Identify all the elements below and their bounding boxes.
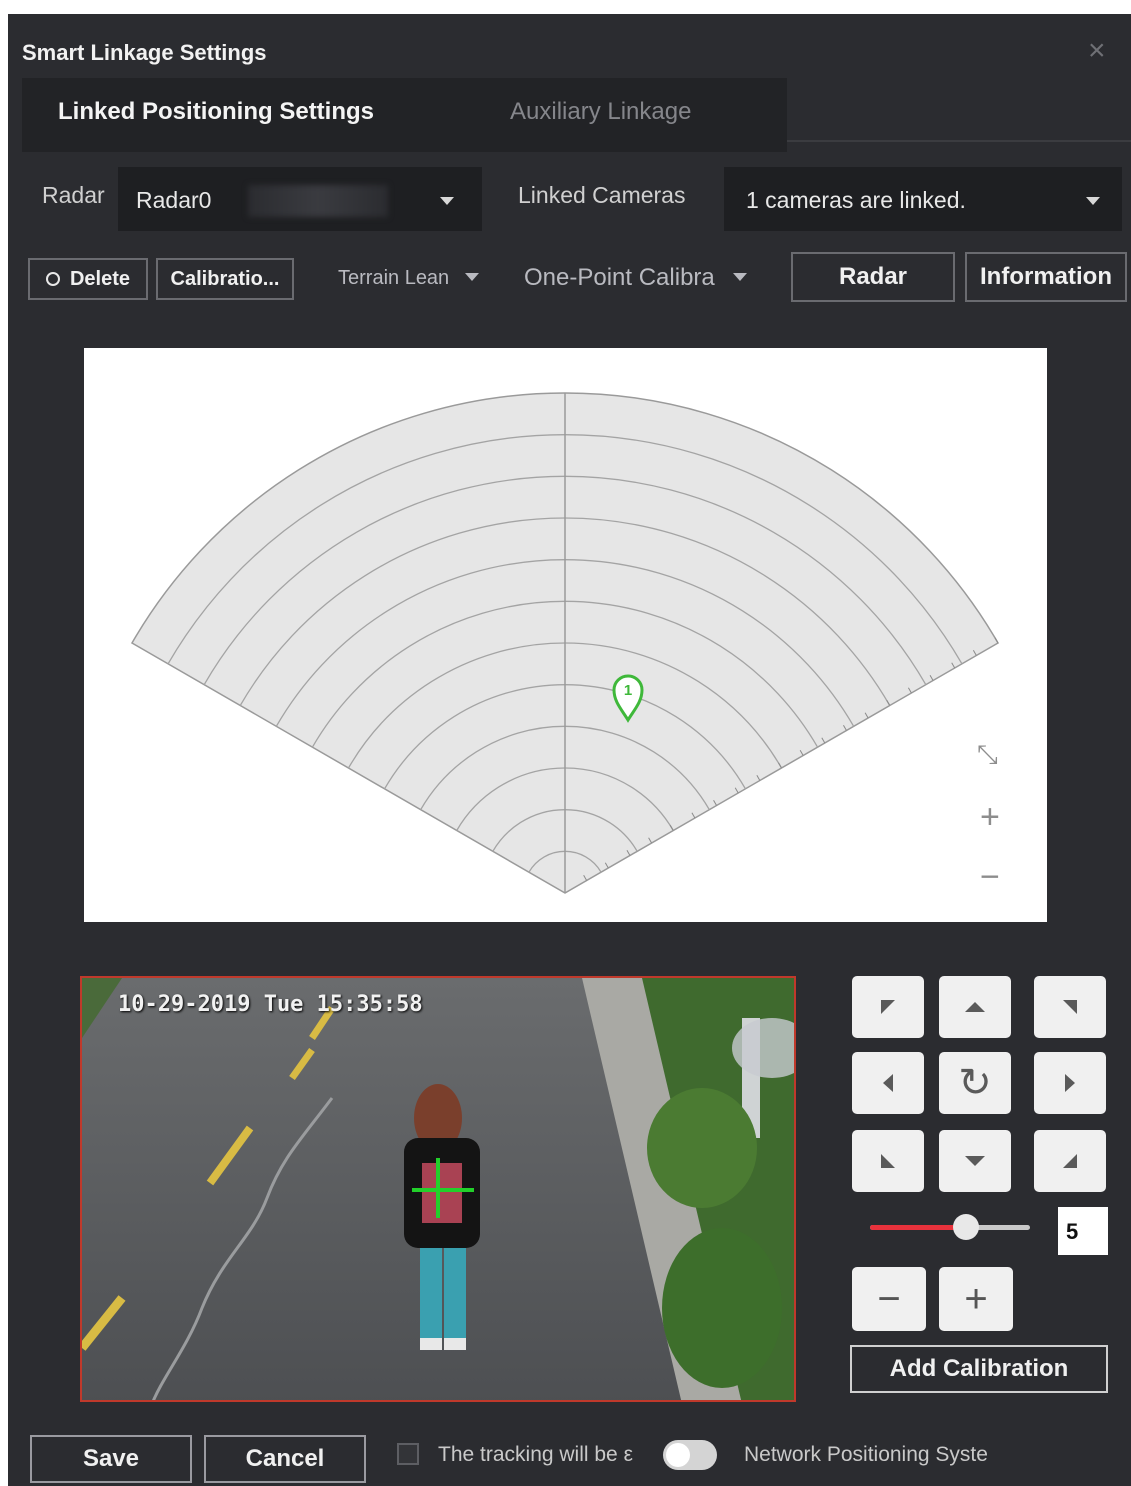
live-video[interactable]: 10-29-2019 Tue 15:35:58 [80, 976, 796, 1402]
ptz-left-button[interactable] [852, 1052, 924, 1114]
arrow-down-left-icon [881, 1154, 895, 1168]
fit-view-icon[interactable]: ⤡ [977, 741, 998, 767]
tab-bar-divider [787, 140, 1131, 142]
radar-button-label: Radar [838, 263, 908, 290]
linked-cameras-select[interactable]: 1 cameras are linked. [724, 167, 1122, 231]
ptz-up-left-button[interactable] [852, 976, 924, 1038]
arrow-up-right-icon [1063, 1000, 1077, 1014]
save-button-label: Save [82, 1445, 140, 1472]
radar-label: Radar [42, 182, 105, 208]
delete-button-label: Delete [69, 267, 131, 290]
ptz-reset-button[interactable]: ↻ [939, 1052, 1011, 1114]
arrow-down-right-icon [1063, 1154, 1077, 1168]
ptz-zoom-in-button[interactable]: + [939, 1267, 1013, 1331]
zoom-in-icon[interactable]: + [980, 800, 1000, 834]
arrow-up-left-icon [881, 1000, 895, 1014]
chevron-down-icon [733, 273, 748, 281]
arrow-up-icon [965, 1002, 985, 1012]
radar-button[interactable]: Radar [791, 252, 955, 302]
arrow-down-icon [965, 1156, 985, 1166]
dialog-title: Smart Linkage Settings [22, 40, 267, 65]
tracking-checkbox[interactable] [397, 1443, 419, 1465]
terrain-learning-label: Terrain Lean [338, 267, 450, 289]
add-calibration-label: Add Calibration [889, 1355, 1069, 1382]
ptz-speed-fill [870, 1225, 966, 1230]
zoom-out-icon[interactable]: − [980, 860, 1000, 894]
video-timestamp: 10-29-2019 Tue 15:35:58 [118, 992, 423, 1017]
chevron-down-icon [464, 273, 479, 281]
linked-cameras-value: 1 cameras are linked. [746, 187, 966, 213]
ptz-up-button[interactable] [939, 976, 1011, 1038]
video-frame [82, 978, 794, 1400]
redacted-radar-name [248, 185, 388, 217]
ptz-zoom-out-button[interactable]: − [852, 1267, 926, 1331]
radar-map[interactable]: 1 ⤡ + − [84, 348, 1047, 922]
radar-select-value: Radar0 [136, 187, 212, 213]
network-positioning-text: Network Positioning Syste [744, 1443, 988, 1466]
delete-button[interactable]: Delete [28, 258, 148, 300]
delete-icon [45, 272, 60, 286]
radar-sector-svg: 1 [130, 392, 1000, 894]
network-positioning-toggle[interactable] [663, 1440, 717, 1470]
information-button-label: Information [980, 263, 1112, 290]
close-icon[interactable]: × [1088, 36, 1106, 66]
target-marker-label: 1 [624, 682, 632, 699]
arrow-right-icon [1065, 1074, 1075, 1092]
ptz-speed-slider[interactable] [870, 1214, 1030, 1240]
cancel-button-label: Cancel [245, 1445, 325, 1472]
toggle-knob [666, 1443, 690, 1467]
ptz-right-button[interactable] [1034, 1052, 1106, 1114]
add-calibration-button[interactable]: Add Calibration [850, 1345, 1108, 1393]
ptz-up-right-button[interactable] [1034, 976, 1106, 1038]
calibration-button[interactable]: Calibratio... [156, 258, 294, 300]
save-button[interactable]: Save [30, 1435, 192, 1483]
tab-linked-positioning-settings[interactable]: Linked Positioning Settings [58, 98, 374, 126]
ptz-down-right-button[interactable] [1034, 1130, 1106, 1192]
ptz-speed-handle[interactable] [953, 1214, 979, 1240]
terrain-learning-dropdown[interactable]: Terrain Lean [338, 267, 479, 290]
chevron-down-icon [440, 197, 454, 205]
calibration-button-label: Calibratio... [170, 267, 280, 290]
ptz-down-button[interactable] [939, 1130, 1011, 1192]
ptz-down-left-button[interactable] [852, 1130, 924, 1192]
information-button[interactable]: Information [965, 252, 1127, 302]
chevron-down-icon [1086, 197, 1100, 205]
tab-auxiliary-linkage[interactable]: Auxiliary Linkage [510, 98, 691, 126]
ptz-speed-value[interactable]: 5 [1058, 1207, 1108, 1255]
tracking-text: The tracking will be ε [438, 1443, 633, 1466]
one-point-calibration-dropdown[interactable]: One-Point Calibra [524, 264, 748, 292]
radar-select[interactable]: Radar0 [118, 167, 482, 231]
linked-cameras-label: Linked Cameras [518, 182, 686, 208]
arrow-left-icon [883, 1074, 893, 1092]
rotate-icon: ↻ [958, 1061, 992, 1105]
cancel-button[interactable]: Cancel [204, 1435, 366, 1483]
one-point-calibration-label: One-Point Calibra [524, 264, 715, 291]
